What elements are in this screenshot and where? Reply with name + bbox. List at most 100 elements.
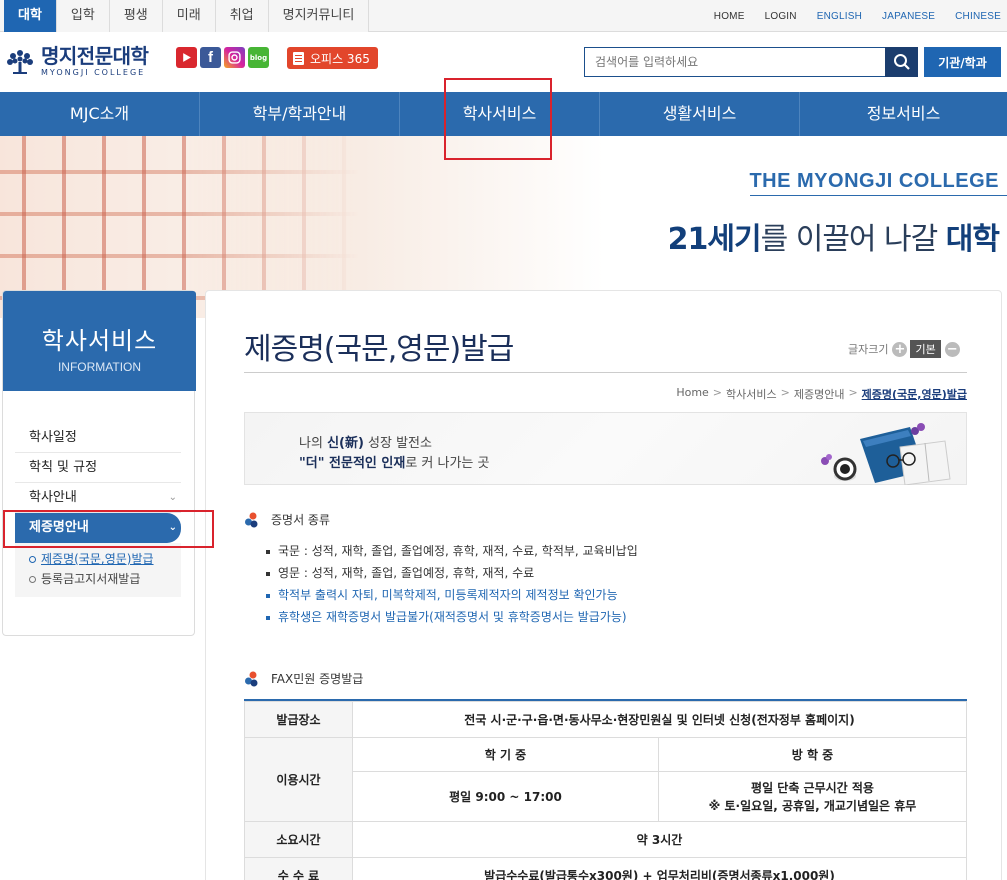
logo-korean: 명지전문대학 bbox=[41, 44, 149, 68]
slogan-text: 로 커 나가는 곳 bbox=[405, 456, 490, 471]
office-label: 오피스 365 bbox=[310, 51, 370, 66]
sidebar-item-label: 학사안내 bbox=[29, 490, 77, 505]
table-cell: 발급수수료(발급통수x300원) + 업무처리비(증명서종류x1,000원) bbox=[352, 857, 967, 880]
tab-employment[interactable]: 취업 bbox=[215, 0, 269, 32]
nav-departments[interactable]: 학부/학과안내 bbox=[200, 92, 400, 136]
nav-academic-services[interactable]: 학사서비스 bbox=[400, 92, 600, 136]
nav-info-services[interactable]: 정보서비스 bbox=[800, 92, 1007, 136]
slogan-banner: 나의 신(新) 성장 발전소 "더" 전문적인 인재로 커 나가는 곳 bbox=[244, 412, 967, 485]
section-fax-issue: FAX민원 증명발급 bbox=[244, 670, 363, 687]
search-button[interactable] bbox=[885, 47, 918, 77]
vacation-hours-line1: 평일 단축 근무시간 적용 bbox=[751, 780, 874, 795]
breadcrumb-separator: > bbox=[712, 386, 723, 399]
slogan-text: 나의 bbox=[299, 436, 328, 451]
instagram-icon[interactable] bbox=[224, 47, 245, 68]
english-link[interactable]: ENGLISH bbox=[817, 11, 862, 22]
font-increase-button[interactable]: + bbox=[892, 341, 908, 357]
breadcrumb-home[interactable]: Home bbox=[676, 386, 708, 402]
table-row: 평일 9:00 ~ 17:00 평일 단축 근무시간 적용 ※ 토·일요일, 공… bbox=[245, 771, 967, 822]
nav-life-services[interactable]: 생활서비스 bbox=[600, 92, 800, 136]
facebook-icon[interactable]: f bbox=[200, 47, 221, 68]
sidebar-item-label: 학사일정 bbox=[29, 430, 77, 445]
tab-lifelong[interactable]: 평생 bbox=[109, 0, 163, 32]
youtube-icon[interactable] bbox=[176, 47, 197, 68]
breadcrumb-academic[interactable]: 학사서비스 bbox=[726, 386, 777, 402]
section-leaf-icon bbox=[245, 512, 258, 527]
chinese-link[interactable]: CHINESE bbox=[955, 11, 1001, 22]
search-input[interactable] bbox=[584, 47, 886, 77]
fax-info-table: 발급장소 전국 시·군·구·읍·면·동사무소·현장민원실 및 인터넷 신청(전자… bbox=[244, 701, 967, 880]
institution-dept-button[interactable]: 기관/학과 bbox=[924, 47, 1001, 77]
breadcrumb-current[interactable]: 제증명(국문,영문)발급 bbox=[862, 386, 967, 402]
table-cell: 평일 9:00 ~ 17:00 bbox=[352, 771, 659, 822]
slogan-bold: 신(新) bbox=[327, 436, 364, 451]
table-header-cell: 발급장소 bbox=[244, 701, 353, 738]
list-item: 영문 : 성적, 재학, 졸업, 졸업예정, 휴학, 재적, 수료 bbox=[266, 562, 638, 584]
font-reset-button[interactable]: 기본 bbox=[910, 340, 941, 358]
site-tabs: 대학 입학 평생 미래 취업 명지커뮤니티 bbox=[4, 0, 370, 32]
top-utility-bar: 대학 입학 평생 미래 취업 명지커뮤니티 HOME LOGIN ENGLISH… bbox=[0, 0, 1007, 32]
top-links: HOME LOGIN ENGLISH JAPANESE CHINESE bbox=[694, 0, 1001, 32]
site-header: 명지전문대학 MYONGJI COLLEGE f blog 오피스 365 기관… bbox=[0, 33, 1007, 92]
sidebar-subtitle: INFORMATION bbox=[57, 360, 142, 374]
breadcrumb: Home > 학사서비스 > 제증명안내 > 제증명(국문,영문)발급 bbox=[672, 386, 967, 402]
home-link[interactable]: HOME bbox=[714, 11, 745, 22]
table-cell: 약 3시간 bbox=[352, 821, 967, 858]
table-cell: 학 기 중 bbox=[352, 737, 659, 772]
list-item: 학적부 출력시 자퇴, 미복학제적, 미등록제적자의 제적정보 확인가능 bbox=[266, 584, 638, 606]
main-navigation: MJC소개 학부/학과안내 학사서비스 생활서비스 정보서비스 bbox=[0, 92, 1007, 136]
slogan-line1: 나의 신(新) 성장 발전소 bbox=[299, 432, 432, 451]
tab-college[interactable]: 대학 bbox=[4, 0, 57, 32]
list-item: 국문 : 성적, 재학, 졸업, 졸업예정, 휴학, 재적, 수료, 학적부, … bbox=[266, 540, 638, 562]
submenu-tuition-reissue[interactable]: 등록금고지서재발급 bbox=[29, 569, 181, 589]
breadcrumb-separator: > bbox=[780, 386, 790, 399]
japanese-link[interactable]: JAPANESE bbox=[882, 11, 935, 22]
section-title: FAX민원 증명발급 bbox=[271, 672, 364, 686]
chevron-down-icon: ⌄ bbox=[168, 492, 177, 503]
sidebar-item-certificates[interactable]: 제증명안내 ⌄ bbox=[15, 513, 181, 543]
title-divider bbox=[244, 372, 967, 373]
sidebar-submenu: 제증명(국문,영문)발급 등록금고지서재발급 bbox=[15, 543, 181, 597]
sidebar-item-guide[interactable]: 학사안내 ⌄ bbox=[15, 483, 181, 513]
office-icon bbox=[293, 51, 304, 65]
logo[interactable]: 명지전문대학 MYONGJI COLLEGE bbox=[4, 44, 149, 79]
table-header-cell: 이용시간 bbox=[244, 737, 353, 822]
sidebar-menu: 학사일정 학칙 및 규정 학사안내 ⌄ 제증명안내 ⌄ 제증명(국문,영문)발급 등… bbox=[15, 423, 181, 597]
table-cell: 방 학 중 bbox=[658, 737, 967, 772]
nav-mjc-intro[interactable]: MJC소개 bbox=[0, 92, 200, 136]
banner-slogan-bold1: 21세기 bbox=[667, 222, 762, 257]
slogan-line2: "더" 전문적인 인재로 커 나가는 곳 bbox=[299, 452, 490, 471]
table-row: 수 수 료 발급수수료(발급통수x300원) + 업무처리비(증명서종류x1,0… bbox=[244, 857, 967, 880]
font-decrease-button[interactable]: − bbox=[944, 341, 960, 357]
office365-button[interactable]: 오피스 365 bbox=[287, 47, 378, 69]
font-size-label: 글자크기 bbox=[848, 343, 889, 356]
sidebar-item-rules[interactable]: 학칙 및 규정 bbox=[15, 453, 181, 483]
tab-future[interactable]: 미래 bbox=[162, 0, 216, 32]
vacation-hours-line2: ※ 토·일요일, 공휴일, 개교기념일은 휴무 bbox=[708, 798, 917, 813]
banner-slogan-bold2: 대학 bbox=[945, 222, 1000, 257]
banner-slogan-mid: 를 이끌어 나갈 bbox=[760, 222, 946, 257]
table-row: 발급장소 전국 시·군·구·읍·면·동사무소·현장민원실 및 인터넷 신청(전자… bbox=[244, 701, 967, 738]
table-cell: 평일 단축 근무시간 적용 ※ 토·일요일, 공휴일, 개교기념일은 휴무 bbox=[658, 771, 967, 822]
sidebar-title: 학사서비스 bbox=[41, 327, 158, 355]
blog-icon[interactable]: blog bbox=[248, 47, 269, 68]
tab-community[interactable]: 명지커뮤니티 bbox=[268, 0, 370, 32]
book-decoration-icon bbox=[821, 423, 951, 485]
sidebar: 학사서비스 INFORMATION 학사일정 학칙 및 규정 학사안내 ⌄ 제증명… bbox=[2, 290, 196, 636]
breadcrumb-certificates[interactable]: 제증명안내 bbox=[794, 386, 845, 402]
sidebar-item-label: 학칙 및 규정 bbox=[29, 460, 98, 475]
list-item: 휴학생은 재학증명서 발급불가(재적증명서 및 휴학증명서는 발급가능) bbox=[266, 606, 638, 628]
font-size-control: 글자크기 + 기본 − bbox=[848, 340, 960, 358]
page-title: 제증명(국문,영문)발급 bbox=[244, 332, 514, 367]
section-leaf-icon bbox=[245, 671, 258, 686]
table-row: 이용시간 학 기 중 방 학 중 bbox=[244, 737, 967, 822]
sidebar-item-label: 제증명안내 bbox=[29, 520, 89, 535]
tab-admission[interactable]: 입학 bbox=[56, 0, 110, 32]
tree-logo-icon bbox=[4, 46, 36, 78]
table-row: 소요시간 약 3시간 bbox=[244, 821, 967, 858]
login-link[interactable]: LOGIN bbox=[765, 11, 797, 22]
sidebar-item-schedule[interactable]: 학사일정 bbox=[15, 423, 181, 453]
table-header-cell: 소요시간 bbox=[244, 821, 353, 858]
submenu-certificate-issue[interactable]: 제증명(국문,영문)발급 bbox=[29, 549, 181, 569]
slogan-text: 성장 발전소 bbox=[363, 436, 432, 451]
